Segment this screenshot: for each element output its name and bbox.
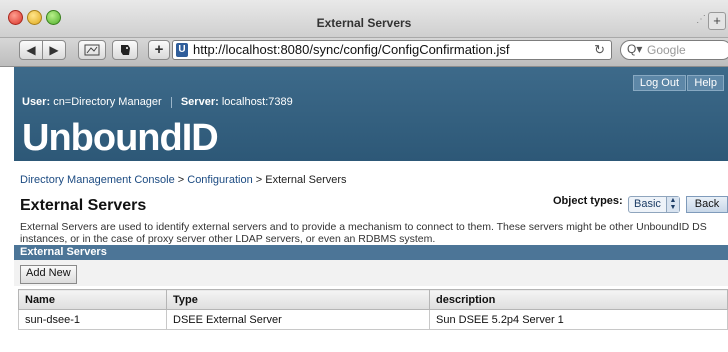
reload-icon[interactable]: ↻ xyxy=(594,42,605,58)
window-title-bar: External Servers ⋰ + xyxy=(0,0,728,38)
page-title: External Servers xyxy=(20,197,147,214)
search-placeholder: Google xyxy=(647,43,686,57)
server-description-cell: Sun DSEE 5.2p4 Server 1 xyxy=(429,309,728,330)
user-label: User: xyxy=(22,96,51,108)
object-types-value: Basic xyxy=(634,198,661,210)
breadcrumb: Directory Management Console > Configura… xyxy=(20,174,347,186)
back-button[interactable]: Back xyxy=(686,196,728,213)
server-value: localhost:7389 xyxy=(221,96,293,108)
forward-nav-button[interactable]: ▶ xyxy=(42,40,66,60)
main-content: Directory Management Console > Configura… xyxy=(14,161,728,352)
evernote-button[interactable] xyxy=(112,40,138,60)
breadcrumb-link-configuration[interactable]: Configuration xyxy=(187,174,252,186)
add-bookmark-button[interactable]: + xyxy=(148,40,170,60)
resize-grip-icon: ⋰ xyxy=(696,14,706,25)
logout-button[interactable]: Log Out xyxy=(632,75,686,91)
breadcrumb-separator: > xyxy=(177,174,185,186)
screen-capture-icon xyxy=(84,44,100,56)
page-description: External Servers are used to identify ex… xyxy=(20,221,707,245)
site-favicon-icon: U xyxy=(176,43,188,57)
screen-capture-button[interactable] xyxy=(78,40,106,60)
table-header-row: Name Type description xyxy=(18,289,728,310)
help-button[interactable]: Help xyxy=(687,75,724,91)
url-text[interactable]: http://localhost:8080/sync/config/Config… xyxy=(193,42,510,57)
app-header: Log Out Help User: cn=Directory Manager … xyxy=(14,67,728,161)
server-label: Server: xyxy=(180,96,219,108)
select-arrows-icon: ▲ ▼ xyxy=(666,197,679,212)
search-field[interactable]: Q▾ Google xyxy=(620,40,728,60)
back-nav-button[interactable]: ◀ xyxy=(19,40,43,60)
server-type-cell: DSEE External Server xyxy=(166,309,430,330)
url-bar[interactable]: U http://localhost:8080/sync/config/Conf… xyxy=(172,40,612,60)
breadcrumb-current: External Servers xyxy=(265,174,347,186)
table-row: sun-dsee-1 DSEE External Server Sun DSEE… xyxy=(18,309,728,330)
column-header-description[interactable]: description xyxy=(429,289,728,310)
object-types-label: Object types: xyxy=(553,195,623,207)
column-header-name[interactable]: Name xyxy=(18,289,167,310)
browser-toolbar: ◀ ▶ + U http://localhost:8080/sync/confi… xyxy=(0,38,728,67)
new-tab-button[interactable]: + xyxy=(708,12,726,30)
add-new-button[interactable]: Add New xyxy=(20,265,77,284)
server-name-link[interactable]: sun-dsee-1 xyxy=(18,309,167,330)
window-title: External Servers xyxy=(316,16,412,30)
unboundid-logo: UnboundID xyxy=(22,117,219,159)
breadcrumb-separator: > xyxy=(255,174,263,186)
elephant-icon xyxy=(121,45,130,55)
table-toolbar: Add New xyxy=(14,260,728,286)
servers-table: Name Type description sun-dsee-1 DSEE Ex… xyxy=(18,289,728,330)
section-header: External Servers xyxy=(14,245,728,260)
column-header-type[interactable]: Type xyxy=(166,289,430,310)
search-icon: Q▾ xyxy=(627,42,643,56)
session-info: User: cn=Directory Manager Server: local… xyxy=(22,96,293,108)
user-value: cn=Directory Manager xyxy=(53,96,162,108)
object-types-select[interactable]: Basic ▲ ▼ xyxy=(628,196,680,213)
breadcrumb-link-console[interactable]: Directory Management Console xyxy=(20,174,175,186)
divider xyxy=(170,96,172,108)
